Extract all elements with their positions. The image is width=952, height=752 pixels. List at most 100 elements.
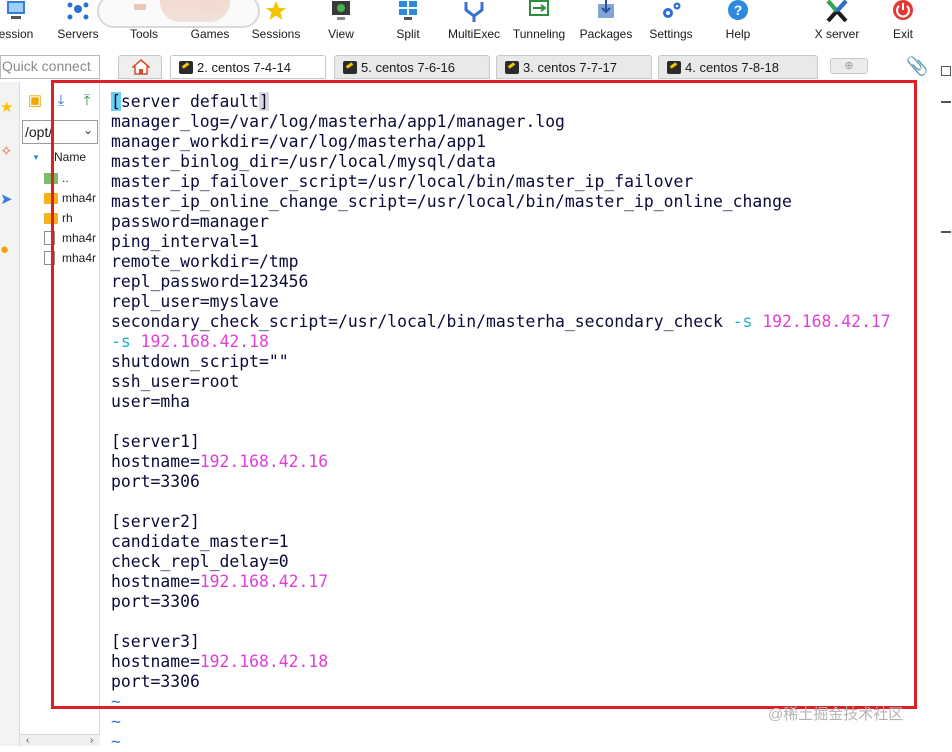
parent-folder-icon xyxy=(44,173,58,184)
list-item[interactable]: rh xyxy=(42,210,100,228)
restore-icon[interactable] xyxy=(941,66,951,76)
terminal-line: port=3306 xyxy=(111,592,200,611)
tab-centos-7-6-16[interactable]: 5. centos 7-6-16 xyxy=(334,55,490,79)
tools-icon[interactable]: ✧ xyxy=(0,144,14,160)
wrench-icon xyxy=(179,61,193,74)
macro-icon[interactable]: ● xyxy=(0,242,14,258)
tab-centos-7-7-17[interactable]: 3. centos 7-7-17 xyxy=(496,55,652,79)
split-icon xyxy=(399,1,417,20)
x-server-button[interactable]: X server xyxy=(808,0,866,46)
view-icon xyxy=(332,1,350,20)
terminal-line: [server2] xyxy=(111,512,200,531)
star-icon xyxy=(266,1,286,20)
list-item[interactable]: mha4r xyxy=(42,230,100,248)
games-icon xyxy=(202,6,218,12)
handle-icon[interactable] xyxy=(941,231,951,233)
tab-label: 5. centos 7-6-16 xyxy=(361,60,455,75)
terminal-line: master_binlog_dir=/usr/local/mysql/data xyxy=(111,152,496,171)
send-icon[interactable]: ➤ xyxy=(0,192,14,208)
packages-icon xyxy=(598,0,614,18)
terminal-line: ​ xyxy=(111,412,891,432)
terminal-line: [server default] xyxy=(111,92,269,111)
list-item[interactable]: mha4r xyxy=(42,190,100,208)
terminal-line: ​ xyxy=(111,492,891,512)
handle-icon[interactable] xyxy=(941,101,951,103)
tab-label: 4. centos 7-8-18 xyxy=(685,60,779,75)
terminal-line: secondary_check_script=/usr/local/bin/ma… xyxy=(111,312,891,331)
multiexec-icon xyxy=(464,2,484,22)
help-icon: ? xyxy=(728,0,748,20)
wrench-icon xyxy=(343,61,357,74)
terminal-line: -s 192.168.42.18 xyxy=(111,332,269,351)
download-icon[interactable]: ⤓ xyxy=(52,92,70,110)
terminal-line: password=manager xyxy=(111,212,269,231)
plus-icon: ⊕ xyxy=(844,60,854,72)
tab-centos-7-4-14[interactable]: 2. centos 7-4-14 xyxy=(170,55,326,79)
quick-connect-input[interactable]: Quick connect xyxy=(0,55,100,79)
terminal-pane[interactable]: [server default] manager_log=/var/log/mas… xyxy=(100,82,938,751)
horizontal-scrollbar[interactable]: ‹ › xyxy=(20,734,100,746)
tab-label: 3. centos 7-7-17 xyxy=(523,60,617,75)
settings-button[interactable]: Settings xyxy=(644,0,698,46)
view-button[interactable]: View xyxy=(318,0,364,46)
text-cursor: [ xyxy=(111,92,121,111)
session-button[interactable]: ession xyxy=(0,0,40,46)
terminal-line: manager_workdir=/var/log/masterha/app1 xyxy=(111,132,486,151)
terminal-line: master_ip_online_change_script=/usr/loca… xyxy=(111,192,792,211)
multiexec-button[interactable]: MultiExec xyxy=(442,0,506,46)
list-item[interactable]: .. xyxy=(42,170,100,188)
tunneling-button[interactable]: Tunneling xyxy=(508,0,570,46)
chevron-down-icon: ⌄ xyxy=(82,123,93,137)
terminal-line: ping_interval=1 xyxy=(111,232,260,251)
scroll-right-icon: › xyxy=(90,735,94,746)
tab-centos-7-8-18[interactable]: 4. centos 7-8-18 xyxy=(658,55,818,79)
help-button[interactable]: ? Help xyxy=(716,0,760,46)
x-server-icon xyxy=(826,0,848,22)
gear-icon xyxy=(663,2,681,18)
file-icon xyxy=(44,231,55,245)
tools-button[interactable]: Tools xyxy=(122,0,166,46)
folder-icon xyxy=(44,193,58,204)
packages-button[interactable]: Packages xyxy=(576,0,636,46)
right-edge-panel xyxy=(938,46,952,746)
new-tab-button[interactable]: ⊕ xyxy=(830,58,868,74)
list-item[interactable]: mha4r xyxy=(42,250,100,268)
session-icon xyxy=(7,1,25,19)
sessions-button[interactable]: Sessions xyxy=(248,0,304,46)
terminal-line: repl_user=myslave xyxy=(111,292,279,311)
star-icon[interactable]: ★ xyxy=(0,100,14,116)
wrench-icon xyxy=(667,61,681,74)
folder-up-icon[interactable]: ▣ xyxy=(26,92,44,110)
split-button[interactable]: Split xyxy=(386,0,430,46)
terminal-line: remote_workdir=/tmp xyxy=(111,252,299,271)
scroll-left-icon: ‹ xyxy=(26,735,30,746)
exit-button[interactable]: Exit xyxy=(884,0,922,46)
terminal-line: manager_log=/var/log/masterha/app1/manag… xyxy=(111,112,565,131)
terminal-line: ~ xyxy=(111,732,121,751)
terminal-output: [server default] manager_log=/var/log/mas… xyxy=(111,92,891,752)
terminal-line: shutdown_script="" xyxy=(111,352,289,371)
terminal-line: hostname=192.168.42.17 xyxy=(111,572,329,591)
paperclip-icon[interactable]: 📎 xyxy=(906,56,928,76)
tools-icon xyxy=(134,4,146,10)
power-icon xyxy=(893,0,913,20)
terminal-line: [server1] xyxy=(111,432,200,451)
terminal-line: hostname=192.168.42.16 xyxy=(111,452,329,471)
home-tab[interactable] xyxy=(118,55,162,79)
terminal-line: ​ xyxy=(111,612,891,632)
wrench-icon xyxy=(505,61,519,74)
terminal-line: hostname=192.168.42.18 xyxy=(111,652,329,671)
folder-icon xyxy=(44,213,58,224)
home-icon xyxy=(132,59,150,75)
servers-button[interactable]: Servers xyxy=(52,0,104,46)
upload-icon[interactable]: ⤒ xyxy=(78,92,96,110)
terminal-line: check_repl_delay=0 xyxy=(111,552,289,571)
terminal-line: repl_password=123456 xyxy=(111,272,309,291)
name-column-header[interactable]: ▼ Name xyxy=(28,150,100,168)
games-button[interactable]: Games xyxy=(186,0,234,46)
tunneling-icon xyxy=(529,0,549,16)
path-select[interactable]: /opt/ ⌄ xyxy=(22,120,98,144)
main-toolbar: ession Servers Tools Games Sessions View… xyxy=(0,0,952,46)
terminal-line: port=3306 xyxy=(111,472,200,491)
file-icon xyxy=(44,251,55,265)
